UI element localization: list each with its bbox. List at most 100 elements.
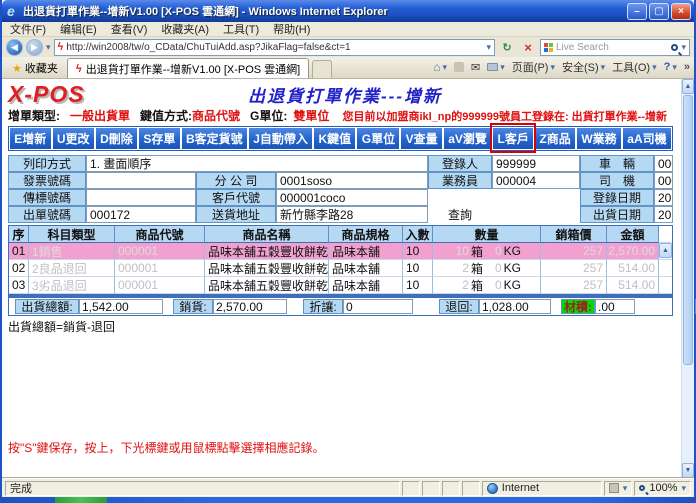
button-update[interactable]: U更改 (53, 128, 94, 149)
home-button[interactable]: ⌂▾ (433, 60, 447, 74)
cell-name: 品味本舖五穀豐收餅乾 (205, 277, 329, 294)
close-button[interactable]: × (671, 3, 691, 20)
button-driver[interactable]: aA司機 (623, 128, 671, 149)
search-box[interactable]: Live Search ▾ (540, 39, 690, 56)
order-no-label: 出單號碼 (8, 206, 86, 223)
button-custom-code[interactable]: B客定貨號 (182, 128, 247, 149)
salesman-input[interactable]: 000004 (492, 172, 580, 189)
key-label: 鍵值方式: (140, 107, 192, 124)
header-spec: 商品規格 (329, 226, 403, 243)
ship-date-input[interactable]: 2010 -06 -21 (654, 206, 673, 223)
favorites-button[interactable]: ★ 收藏夹 (6, 58, 64, 78)
invoice-label: 發票號碼 (8, 172, 86, 189)
status-bar: 完成 Internet ▾ 100% ▾ (2, 478, 694, 497)
search-dropdown-icon[interactable]: ▾ (681, 42, 686, 53)
operator-input[interactable]: 999999 (492, 155, 580, 172)
feeds-icon[interactable] (454, 62, 464, 72)
ship-date-label: 出貨日期 (580, 206, 654, 223)
cell-type: 1銷售 (29, 243, 115, 260)
safety-menu[interactable]: 安全(S)▾ (562, 59, 605, 75)
title-bar[interactable]: e 出退貨打單作業--增新V1.00 [X-POS 雲通網] - Windows… (2, 0, 694, 22)
search-icon[interactable] (671, 44, 678, 51)
protected-mode-panel[interactable]: ▾ (604, 481, 633, 496)
back-button[interactable]: ◀ (6, 39, 23, 56)
driver-input[interactable]: 000000 (654, 172, 673, 189)
mail-icon[interactable]: ✉ (471, 61, 480, 74)
ship-address-label: 送貨地址 (196, 206, 276, 223)
total-input[interactable]: 1,542.00 (79, 299, 163, 314)
command-bar: ⌂▾ ✉ ▾ 页面(P)▾ 安全(S)▾ 工具(O)▾ ?▾ » (433, 59, 690, 78)
stop-button[interactable]: × (519, 39, 537, 56)
refresh-button[interactable]: ↻ (498, 39, 516, 56)
start-button-edge (55, 497, 107, 503)
branch-input[interactable]: 0001soso (276, 172, 428, 189)
pm-dropdown-icon: ▾ (623, 483, 628, 494)
table-row-3[interactable]: 03 3劣品退回 000001 品味本舖五穀豐收餅乾 品味本舖 10 2箱0KG… (9, 277, 672, 294)
header-code: 商品代號 (115, 226, 205, 243)
cell-name: 品味本舖五穀豐收餅乾 (205, 243, 329, 260)
scrollbar-thumb[interactable] (683, 95, 693, 365)
print-button[interactable]: ▾ (487, 62, 505, 73)
button-sales[interactable]: W業務 (577, 128, 621, 149)
page-menu[interactable]: 页面(P)▾ (512, 59, 555, 75)
scroll-up-icon[interactable]: ▲ (682, 79, 694, 94)
menu-favorites[interactable]: 收藏夹(A) (161, 21, 209, 37)
menu-file[interactable]: 文件(F) (10, 21, 46, 37)
button-browse[interactable]: aV瀏覽 (444, 128, 491, 149)
scroll-down-icon[interactable]: ▼ (682, 463, 694, 478)
button-product[interactable]: Z商品 (535, 128, 575, 149)
table-row-2[interactable]: 02 2良品退回 000001 品味本舖五穀豐收餅乾 品味本舖 10 2箱0KG… (9, 260, 672, 277)
help-menu[interactable]: ?▾ (664, 61, 677, 73)
customer-code-input[interactable]: 000001coco (276, 189, 428, 206)
button-key-value[interactable]: K鍵值 (314, 128, 355, 149)
order-no-input[interactable]: 000172 (86, 206, 196, 223)
menu-edit[interactable]: 编辑(E) (60, 21, 97, 37)
button-customer[interactable]: L客戶 (493, 128, 533, 149)
tools-menu[interactable]: 工具(O)▾ (612, 59, 656, 75)
query-button[interactable]: 查詢 (428, 206, 492, 223)
button-save[interactable]: S存單 (139, 128, 180, 149)
zoom-control[interactable]: 100% ▾ (634, 481, 691, 496)
return-input[interactable]: 1,028.00 (479, 299, 551, 314)
zoom-icon (639, 485, 645, 491)
button-delete[interactable]: D刪除 (96, 128, 137, 149)
page-scrollbar[interactable]: ▲ ▼ (681, 79, 694, 478)
cell-seq: 02 (9, 260, 29, 277)
button-check-qty[interactable]: V查量 (401, 128, 442, 149)
button-auto-fill[interactable]: J自動帶入 (249, 128, 312, 149)
reg-date-input[interactable]: 2010-06-21 (654, 189, 673, 206)
table-scroll-up-icon[interactable]: ▲ (659, 243, 672, 258)
minimize-button[interactable]: – (627, 3, 647, 20)
url-dropdown-icon[interactable]: ▾ (486, 42, 491, 53)
cell-spec: 品味本舖 (329, 243, 403, 260)
forward-button[interactable]: ▶ (26, 39, 43, 56)
menu-help[interactable]: 帮助(H) (273, 21, 310, 37)
table-row-1[interactable]: 01 1銷售 000001 品味本舖五穀豐收餅乾 品味本舖 10 10箱0KG … (9, 243, 672, 260)
table-header-row: 序 科目類型 商品代號 商品名稱 商品規格 入數 數量 銷箱價 金額 (9, 226, 672, 243)
search-input[interactable]: Live Search (556, 42, 668, 53)
url-text[interactable]: http://win2008/tw/o_CData/ChuTuiAdd.asp?… (66, 42, 483, 53)
menu-view[interactable]: 查看(V) (111, 21, 148, 37)
invoice-input[interactable] (86, 172, 196, 189)
button-unit[interactable]: G單位 (357, 128, 399, 149)
maximize-button[interactable]: ▢ (649, 3, 669, 20)
url-box[interactable]: ϟ http://win2008/tw/o_CData/ChuTuiAdd.as… (54, 39, 495, 56)
operator-label: 登錄人 (428, 155, 492, 172)
button-add[interactable]: E增新 (10, 128, 51, 149)
overflow-chevron-icon[interactable]: » (684, 61, 690, 73)
slip-input[interactable] (86, 189, 196, 206)
history-dropdown-icon[interactable]: ▾ (46, 42, 51, 53)
page-dropdown-icon: ▾ (550, 62, 555, 73)
menu-tools[interactable]: 工具(T) (223, 21, 259, 37)
volume-input[interactable]: .00 (595, 299, 635, 314)
ie-icon: e (7, 3, 23, 19)
vehicle-input[interactable]: 0000 (654, 155, 673, 172)
browser-window: e 出退貨打單作業--增新V1.00 [X-POS 雲通網] - Windows… (0, 0, 696, 497)
print-mode-input[interactable]: 1. 畫面順序 (86, 155, 428, 172)
ship-address-input[interactable]: 新竹縣李路28 (276, 206, 428, 223)
active-tab[interactable]: ϟ 出退貨打單作業--增新V1.00 [X-POS 雲通網] (67, 58, 309, 78)
discount-input[interactable]: 0 (343, 299, 413, 314)
print-mode-label: 列印方式 (8, 155, 86, 172)
new-tab-stub[interactable] (312, 60, 332, 78)
sales-input[interactable]: 2,570.00 (213, 299, 287, 314)
